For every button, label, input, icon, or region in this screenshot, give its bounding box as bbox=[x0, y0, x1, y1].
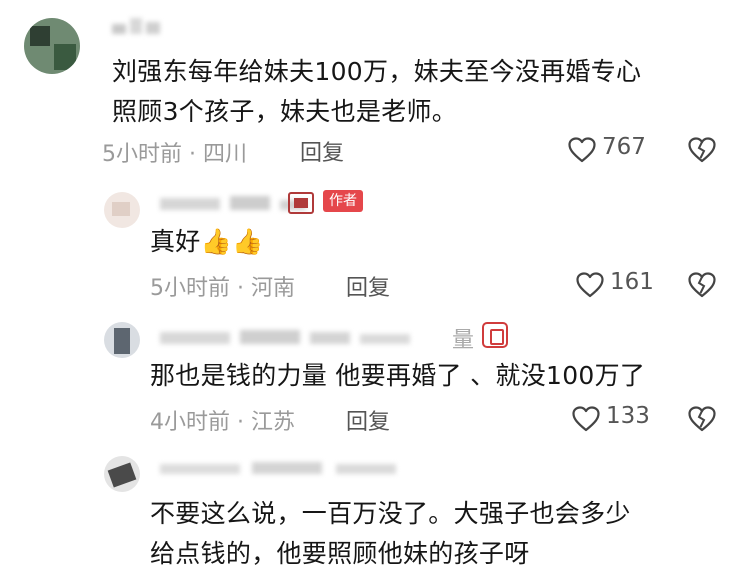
broken-heart-icon[interactable] bbox=[688, 137, 716, 163]
heart-outline-icon[interactable] bbox=[576, 272, 604, 298]
heart-outline-icon[interactable] bbox=[568, 137, 596, 163]
thumbs-up-emoji: 👍👍 bbox=[200, 227, 264, 256]
broken-heart-icon[interactable] bbox=[688, 272, 716, 298]
username-fragment: 量 bbox=[452, 328, 475, 353]
fan-badge-icon bbox=[288, 192, 314, 214]
fan-badge-icon bbox=[482, 322, 508, 348]
reply-button[interactable]: 回复 bbox=[300, 135, 344, 167]
comment-text: 那也是钱的力量 他要再婚了 、就没100万了 bbox=[150, 361, 646, 390]
like-count: 133 bbox=[606, 403, 650, 429]
avatar[interactable] bbox=[104, 192, 140, 228]
comment-text: 不要这么说，一百万没了。大强子也会多少 给点钱的，他要照顾他妹的孩子呀 bbox=[150, 499, 631, 568]
username-blurred[interactable] bbox=[160, 458, 460, 480]
username-blurred[interactable] bbox=[160, 326, 450, 350]
like-count: 767 bbox=[602, 134, 646, 160]
avatar[interactable] bbox=[104, 322, 140, 358]
comment-text: 刘强东每年给妹夫100万，妹夫至今没再婚专心 照顾3个孩子，妹夫也是老师。 bbox=[112, 57, 642, 126]
username-blurred[interactable] bbox=[112, 16, 162, 38]
heart-outline-icon[interactable] bbox=[572, 406, 600, 432]
avatar[interactable] bbox=[104, 456, 140, 492]
comment-text: 真好👍👍 bbox=[150, 227, 264, 256]
avatar[interactable] bbox=[24, 18, 80, 74]
comment-time-location: 5小时前 · 河南 bbox=[150, 276, 295, 301]
reply-button[interactable]: 回复 bbox=[346, 270, 390, 302]
broken-heart-icon[interactable] bbox=[688, 406, 716, 432]
comment-time-location: 5小时前 · 四川 bbox=[102, 142, 247, 167]
author-badge: 作者 bbox=[323, 190, 363, 212]
reply-button[interactable]: 回复 bbox=[346, 404, 390, 436]
comment-time-location: 4小时前 · 江苏 bbox=[150, 410, 295, 435]
like-count: 161 bbox=[610, 269, 654, 295]
